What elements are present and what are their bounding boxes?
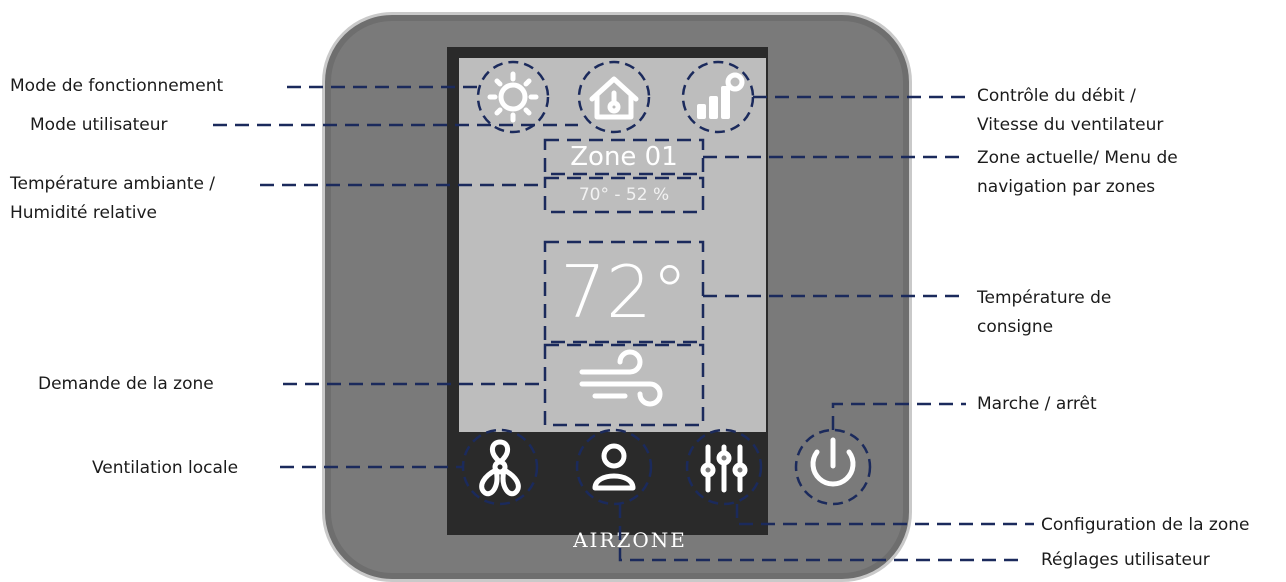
diagram: Zone 01 70° - 52 % 72° AIRZONE Mode de f…	[0, 0, 1286, 582]
fan-speed-bars-icon[interactable]	[697, 72, 745, 119]
ambient-box	[543, 176, 705, 214]
sun-icon[interactable]	[487, 71, 539, 123]
label-temp-ambiante-2: Humidité relative	[10, 203, 158, 223]
label-config-zone: Configuration de la zone	[1041, 515, 1250, 535]
label-temp-consigne-2: consigne	[977, 317, 1054, 337]
leader-marche-arret	[831, 402, 966, 430]
label-controle-debit-2: Vitesse du ventilateur	[977, 115, 1164, 135]
label-controle-debit-1: Contrôle du débit /	[977, 86, 1136, 106]
label-temp-ambiante-1: Température ambiante /	[10, 174, 216, 194]
label-marche-arret: Marche / arrêt	[977, 394, 1097, 414]
label-zone-actuelle-2: navigation par zones	[977, 177, 1156, 197]
fan-icon[interactable]	[479, 439, 521, 497]
label-mode-fonctionnement: Mode de fonctionnement	[10, 76, 224, 96]
fan-speed-callout-circle	[681, 60, 755, 134]
setpoint-box	[543, 240, 705, 344]
leader-config-zone	[735, 504, 1034, 526]
label-temp-consigne-1: Température de	[977, 288, 1112, 308]
home-thermometer-icon[interactable]	[589, 76, 639, 120]
label-mode-utilisateur: Mode utilisateur	[30, 115, 168, 135]
sliders-icon[interactable]	[700, 444, 748, 493]
label-demande-zone: Demande de la zone	[38, 374, 214, 394]
leader-reglages	[618, 504, 1024, 562]
power-icon[interactable]	[810, 437, 856, 487]
label-zone-actuelle-1: Zone actuelle/ Menu de	[977, 148, 1178, 168]
label-ventilation-locale: Ventilation locale	[92, 458, 239, 478]
wind-demand-icon	[579, 349, 663, 407]
zone-name-box	[543, 138, 705, 176]
user-icon[interactable]	[592, 443, 636, 491]
label-reglages-utilisateur: Réglages utilisateur	[1041, 550, 1210, 570]
